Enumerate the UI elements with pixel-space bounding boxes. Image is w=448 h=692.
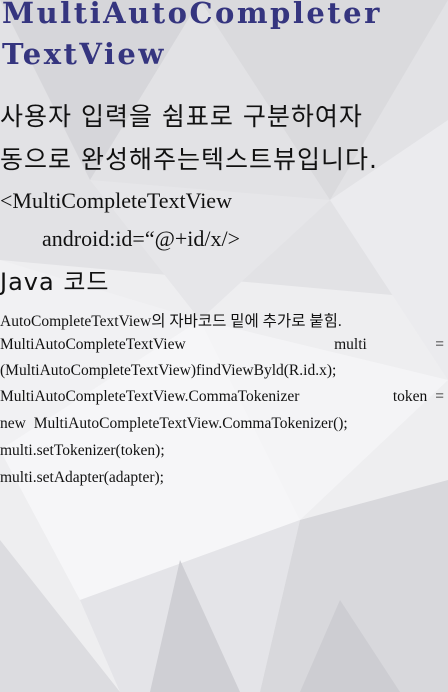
title-line-1: MultiAutoCompleter	[2, 0, 382, 30]
description-line-1: 사용자 입력을 쉼표로 구분하여자	[0, 102, 363, 131]
xml-line-1: <MultiCompleteTextView	[0, 188, 232, 213]
code-line-5: multi.setTokenizer(token);	[0, 442, 165, 459]
code-token: MultiAutoCompleteTextView	[0, 336, 186, 353]
xml-line-2: android:id=“@+id/x/>	[42, 226, 241, 251]
code-line-6: multi.setAdapter(adapter);	[0, 469, 164, 486]
code-line-3: MultiAutoCompleteTextView.CommaTokenizer…	[0, 388, 444, 406]
code-line-2: (MultiAutoCompleteTextView)findViewByld(…	[0, 362, 337, 379]
code-token: MultiAutoCompleteTextView.CommaTokenizer	[0, 388, 300, 405]
java-heading: Java 코드	[0, 268, 110, 296]
code-token: =	[435, 388, 444, 405]
code-token: token	[392, 388, 428, 405]
code-token: multi	[334, 336, 367, 353]
title-line-2: TextView	[2, 37, 166, 71]
code-note: AutoCompleteTextView의 자바코드 밑에 추가로 붙힘.	[0, 313, 342, 330]
description-line-2: 동으로 완성해주는텍스트뷰입니다.	[0, 145, 378, 174]
code-token: =	[435, 336, 444, 353]
code-line-1: MultiAutoCompleteTextView multi =	[0, 336, 444, 354]
code-line-4: new MultiAutoCompleteTextView.CommaToken…	[0, 415, 348, 432]
